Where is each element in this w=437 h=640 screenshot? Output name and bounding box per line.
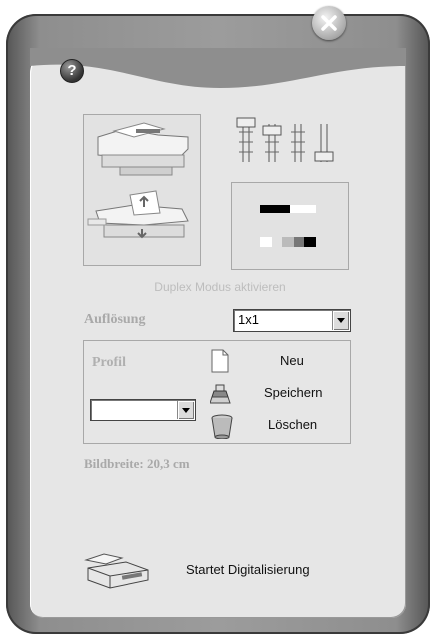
duplex-scanner-icon: [87, 122, 189, 239]
resolution-select[interactable]: 1x1: [233, 309, 351, 332]
start-digitization-button[interactable]: Startet Digitalisierung: [186, 562, 310, 577]
new-document-icon[interactable]: [210, 349, 230, 373]
color-mode-panel[interactable]: [231, 182, 349, 270]
delete-profile-button[interactable]: Löschen: [268, 417, 317, 432]
color-mode-icon: [260, 205, 316, 247]
save-icon[interactable]: [210, 383, 232, 405]
header-curve: [30, 48, 406, 88]
app-window: [6, 14, 430, 634]
help-icon: ?: [67, 62, 77, 79]
profile-label: Profil: [92, 355, 126, 370]
scan-mode-panel[interactable]: [83, 114, 201, 266]
save-profile-button[interactable]: Speichern: [264, 385, 323, 400]
image-adjust-sliders-icon[interactable]: [235, 112, 341, 170]
profile-select[interactable]: [90, 399, 196, 421]
help-button[interactable]: ?: [60, 59, 84, 83]
profile-panel: Profil Neu Speichern Löschen: [83, 340, 351, 444]
trash-icon[interactable]: [210, 413, 234, 439]
scanner-start-icon[interactable]: [82, 548, 152, 592]
resolution-label: Auflösung: [84, 312, 146, 327]
duplex-mode-toggle[interactable]: Duplex Modus aktivieren: [60, 280, 380, 294]
close-icon: [321, 15, 337, 31]
chevron-down-icon[interactable]: [332, 311, 349, 330]
image-width-label: Bildbreite: 20,3 cm: [84, 456, 190, 471]
close-button[interactable]: [312, 6, 346, 40]
resolution-value: 1x1: [238, 312, 259, 327]
chevron-down-icon[interactable]: [177, 401, 194, 419]
new-profile-button[interactable]: Neu: [280, 353, 304, 368]
